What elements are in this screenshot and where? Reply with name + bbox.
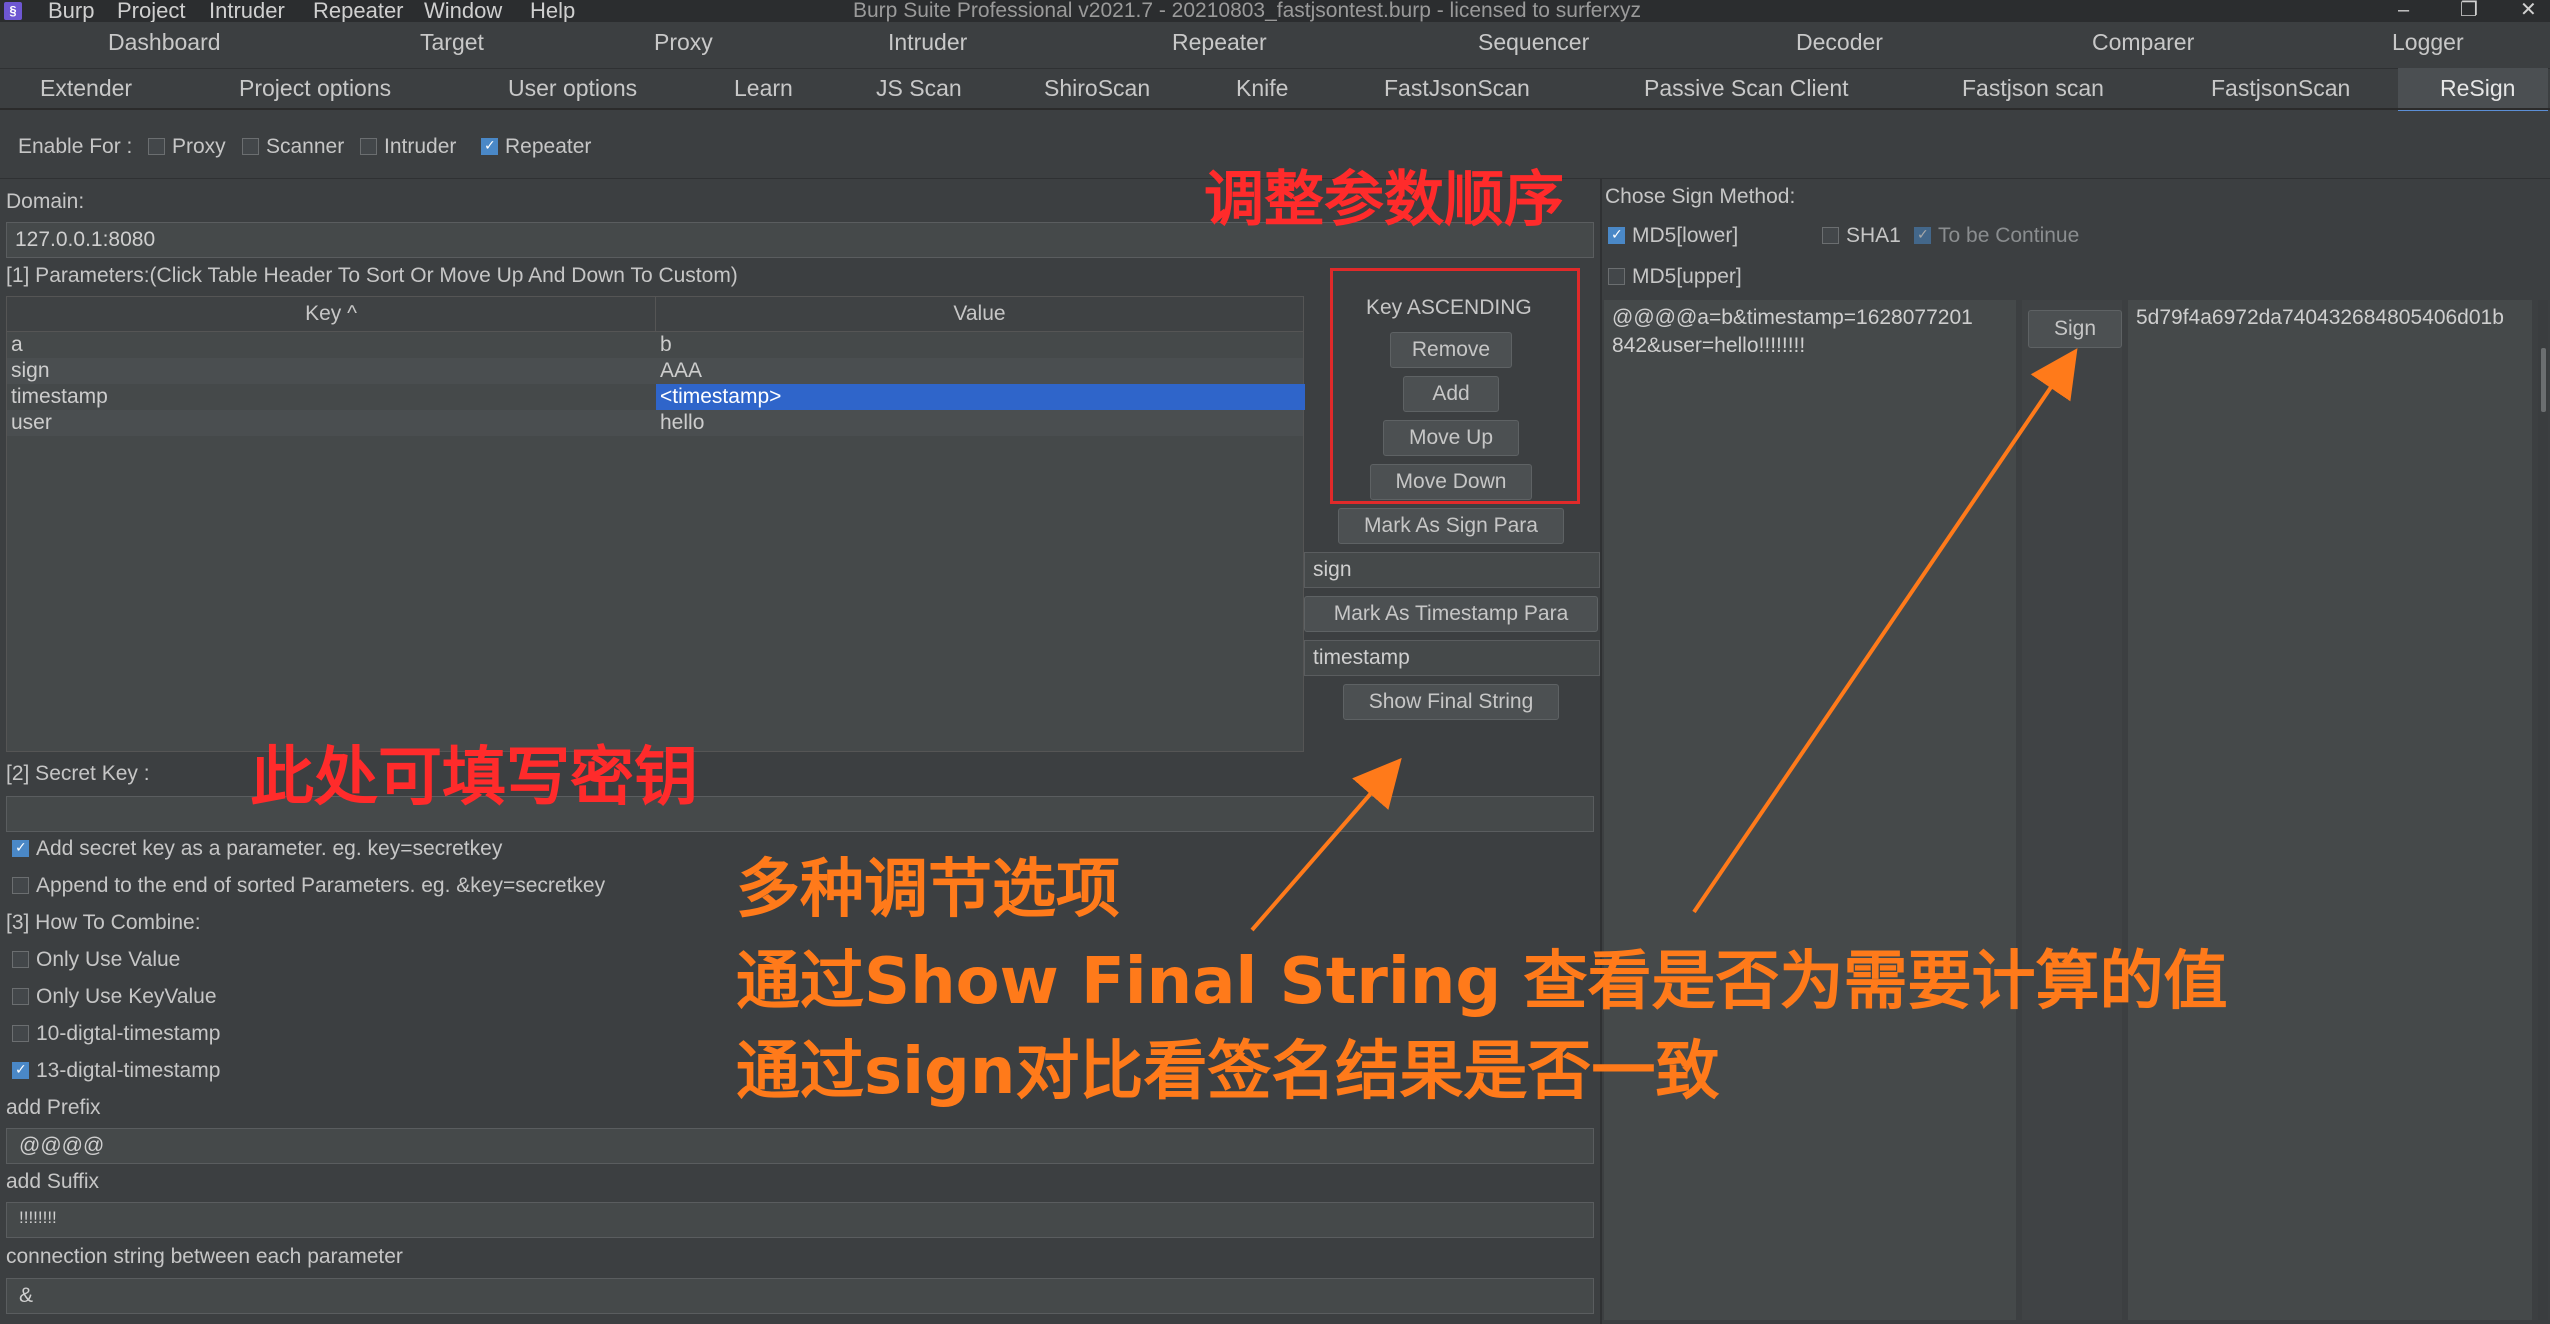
annotation-arrows <box>1250 348 2078 932</box>
arrow-to-sign <box>1692 348 2078 914</box>
arrow-to-show-final <box>1250 757 1402 932</box>
